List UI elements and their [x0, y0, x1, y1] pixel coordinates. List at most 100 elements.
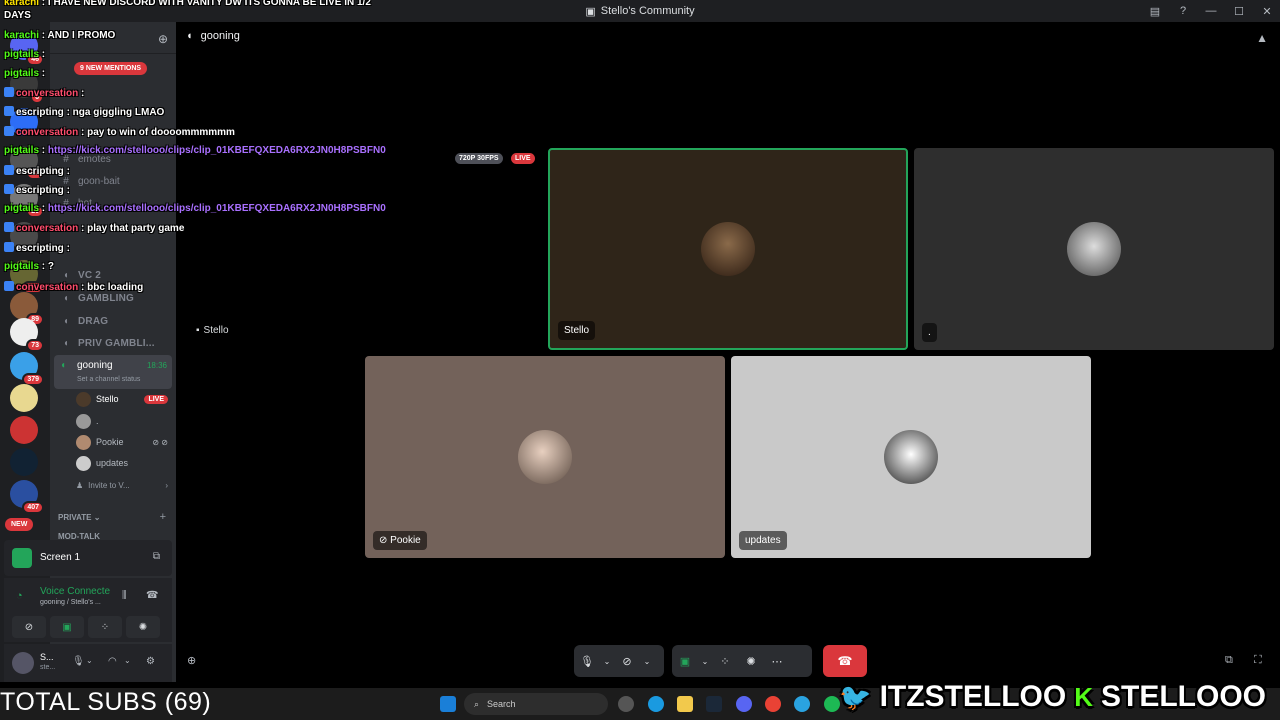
- channel-priv-gambling[interactable]: ◖ PRIV GAMBLI...: [56, 334, 172, 352]
- discord-icon[interactable]: [736, 696, 752, 712]
- video-tile-stello[interactable]: Stello: [548, 148, 908, 350]
- help-icon[interactable]: ?: [1176, 5, 1190, 17]
- muted-icon: ⊘: [379, 535, 391, 546]
- maximize-button[interactable]: ☐: [1232, 5, 1246, 18]
- server-icon[interactable]: [10, 448, 38, 476]
- more-options-icon[interactable]: ⋯: [764, 645, 790, 677]
- fullscreen-icon[interactable]: ⛶: [1254, 654, 1262, 667]
- signal-icon[interactable]: ◔: [16, 590, 23, 602]
- voice-user[interactable]: Pookie ⊘ ⊘: [76, 433, 168, 451]
- inbox-icon[interactable]: ▤: [1148, 5, 1162, 18]
- hangup-icon: ☎: [837, 654, 853, 668]
- chat-message: pigtails :: [4, 49, 45, 60]
- tile-nametag: Stello: [558, 321, 596, 340]
- channel-goon-bait[interactable]: # goon-bait: [56, 172, 172, 190]
- voice-user[interactable]: .: [76, 412, 168, 430]
- chat-icon[interactable]: ▲: [1256, 31, 1268, 45]
- chat-username: pigtails: [4, 145, 40, 156]
- taskbar-search[interactable]: ⌕ Search: [464, 693, 608, 715]
- video-tile-pookie[interactable]: ⊘ Pookie: [365, 356, 725, 558]
- spotify-icon[interactable]: [824, 696, 840, 712]
- video-tile-updates[interactable]: updates: [731, 356, 1091, 558]
- noise-suppression-icon[interactable]: ⫼: [122, 590, 127, 601]
- chevron-down-icon[interactable]: ⌄: [698, 645, 712, 677]
- stream-owner-name: Stello: [203, 325, 229, 336]
- badge-icon: [4, 184, 14, 194]
- mentions-pill[interactable]: 9 NEW MENTIONS: [74, 62, 148, 75]
- server-icon[interactable]: 407: [10, 480, 44, 514]
- camera-off-button[interactable]: ⊘: [12, 616, 46, 638]
- voice-channel-path[interactable]: gooning / Stello's ...: [40, 599, 101, 606]
- microphone-icon[interactable]: 🎙: [574, 645, 600, 677]
- twitter-handle: ITZSTELLOO: [879, 680, 1067, 713]
- chat-username: karachi: [4, 30, 40, 41]
- telegram-icon[interactable]: [794, 696, 810, 712]
- edge-icon[interactable]: [648, 696, 664, 712]
- activities-icon[interactable]: ⁘: [712, 645, 738, 677]
- camera-off-icon[interactable]: ⊘: [614, 645, 640, 677]
- chevron-down-icon[interactable]: ⌄: [86, 656, 93, 665]
- chat-username: escripting: [16, 243, 64, 254]
- avatar[interactable]: [12, 652, 34, 674]
- channel-label: PRIV GAMBLI...: [78, 337, 155, 349]
- windows-start-icon[interactable]: [440, 696, 456, 712]
- end-call-button[interactable]: ☎: [823, 645, 867, 677]
- activities-button[interactable]: ⁘: [88, 616, 122, 638]
- chat-message: escripting :: [4, 184, 70, 196]
- chevron-down-icon[interactable]: ⌄: [600, 645, 614, 677]
- chat-username: escripting: [16, 185, 64, 196]
- chevron-down-icon[interactable]: ⌄: [124, 656, 131, 665]
- voice-user[interactable]: Stello LIVE: [76, 390, 168, 408]
- popout-icon[interactable]: ⧉: [1225, 654, 1233, 667]
- minimize-button[interactable]: —: [1204, 5, 1218, 17]
- new-pill[interactable]: NEW: [5, 518, 34, 531]
- close-button[interactable]: ✕: [1260, 5, 1274, 18]
- file-explorer-icon[interactable]: [677, 696, 693, 712]
- channel-drag[interactable]: ◖ DRAG: [56, 312, 172, 330]
- popout-icon[interactable]: ⧉: [153, 551, 160, 562]
- server-icon[interactable]: 73: [10, 318, 44, 352]
- server-icon[interactable]: 89: [10, 292, 44, 326]
- voice-user[interactable]: updates: [76, 454, 168, 472]
- chat-text: :: [39, 145, 48, 156]
- soundboard-button[interactable]: ✺: [126, 616, 160, 638]
- channel-timer: 18:36: [146, 361, 167, 370]
- chat-text: : I HAVE NEW DISCORD WITH VANITY DW ITS …: [39, 0, 371, 8]
- add-channel-icon[interactable]: +: [160, 511, 166, 523]
- app-icon[interactable]: [618, 696, 634, 712]
- avatar: [518, 430, 572, 484]
- microphone-icon[interactable]: 🎙: [72, 656, 85, 667]
- channel-gooning[interactable]: ◖ gooning 18:36 Set a channel status: [54, 355, 172, 389]
- screen-share-icon[interactable]: ▣: [672, 645, 698, 677]
- chat-text: : AND I PROMO: [39, 30, 116, 41]
- chat-username: escripting: [16, 166, 64, 177]
- badge-icon: [4, 165, 14, 175]
- chat-text: : bbc loading: [78, 282, 144, 293]
- screen-share-button[interactable]: ▣: [50, 616, 84, 638]
- category-private[interactable]: PRIVATE ⌄: [58, 513, 100, 522]
- headphones-icon[interactable]: ◠: [108, 656, 117, 667]
- server-icon[interactable]: 379: [10, 352, 44, 386]
- steam-icon[interactable]: [706, 696, 722, 712]
- channel-status[interactable]: Set a channel status: [77, 376, 140, 383]
- window-title: ▣ Stello's Community: [585, 5, 694, 18]
- add-person-icon[interactable]: ⊕: [187, 654, 196, 667]
- voice-user-name: .: [96, 416, 99, 426]
- chat-link[interactable]: https://kick.com/stellooo/clips/clip_01K…: [48, 203, 386, 214]
- chevron-down-icon[interactable]: ⌄: [640, 645, 654, 677]
- video-tile-dot[interactable]: .: [914, 148, 1274, 350]
- soundboard-icon[interactable]: ✺: [738, 645, 764, 677]
- server-icon[interactable]: [10, 384, 38, 412]
- user-status: ste...: [40, 664, 56, 671]
- chat-link[interactable]: https://kick.com/stellooo/clips/clip_01K…: [48, 145, 386, 156]
- invite-button[interactable]: ♟ Invite to V... ›: [76, 476, 168, 494]
- chrome-icon[interactable]: [765, 696, 781, 712]
- add-member-icon[interactable]: ⊕: [158, 32, 168, 46]
- social-overlay: 🐦 ITZSTELLOO K STELLOOO: [839, 680, 1266, 714]
- server-icon[interactable]: [10, 416, 38, 444]
- voice-status[interactable]: Voice Connecte: [40, 586, 110, 597]
- channel-label: DRAG: [78, 315, 109, 327]
- live-badge: LIVE: [144, 394, 168, 404]
- disconnect-icon[interactable]: ☎: [146, 590, 158, 601]
- settings-gear-icon[interactable]: ⚙: [146, 656, 155, 667]
